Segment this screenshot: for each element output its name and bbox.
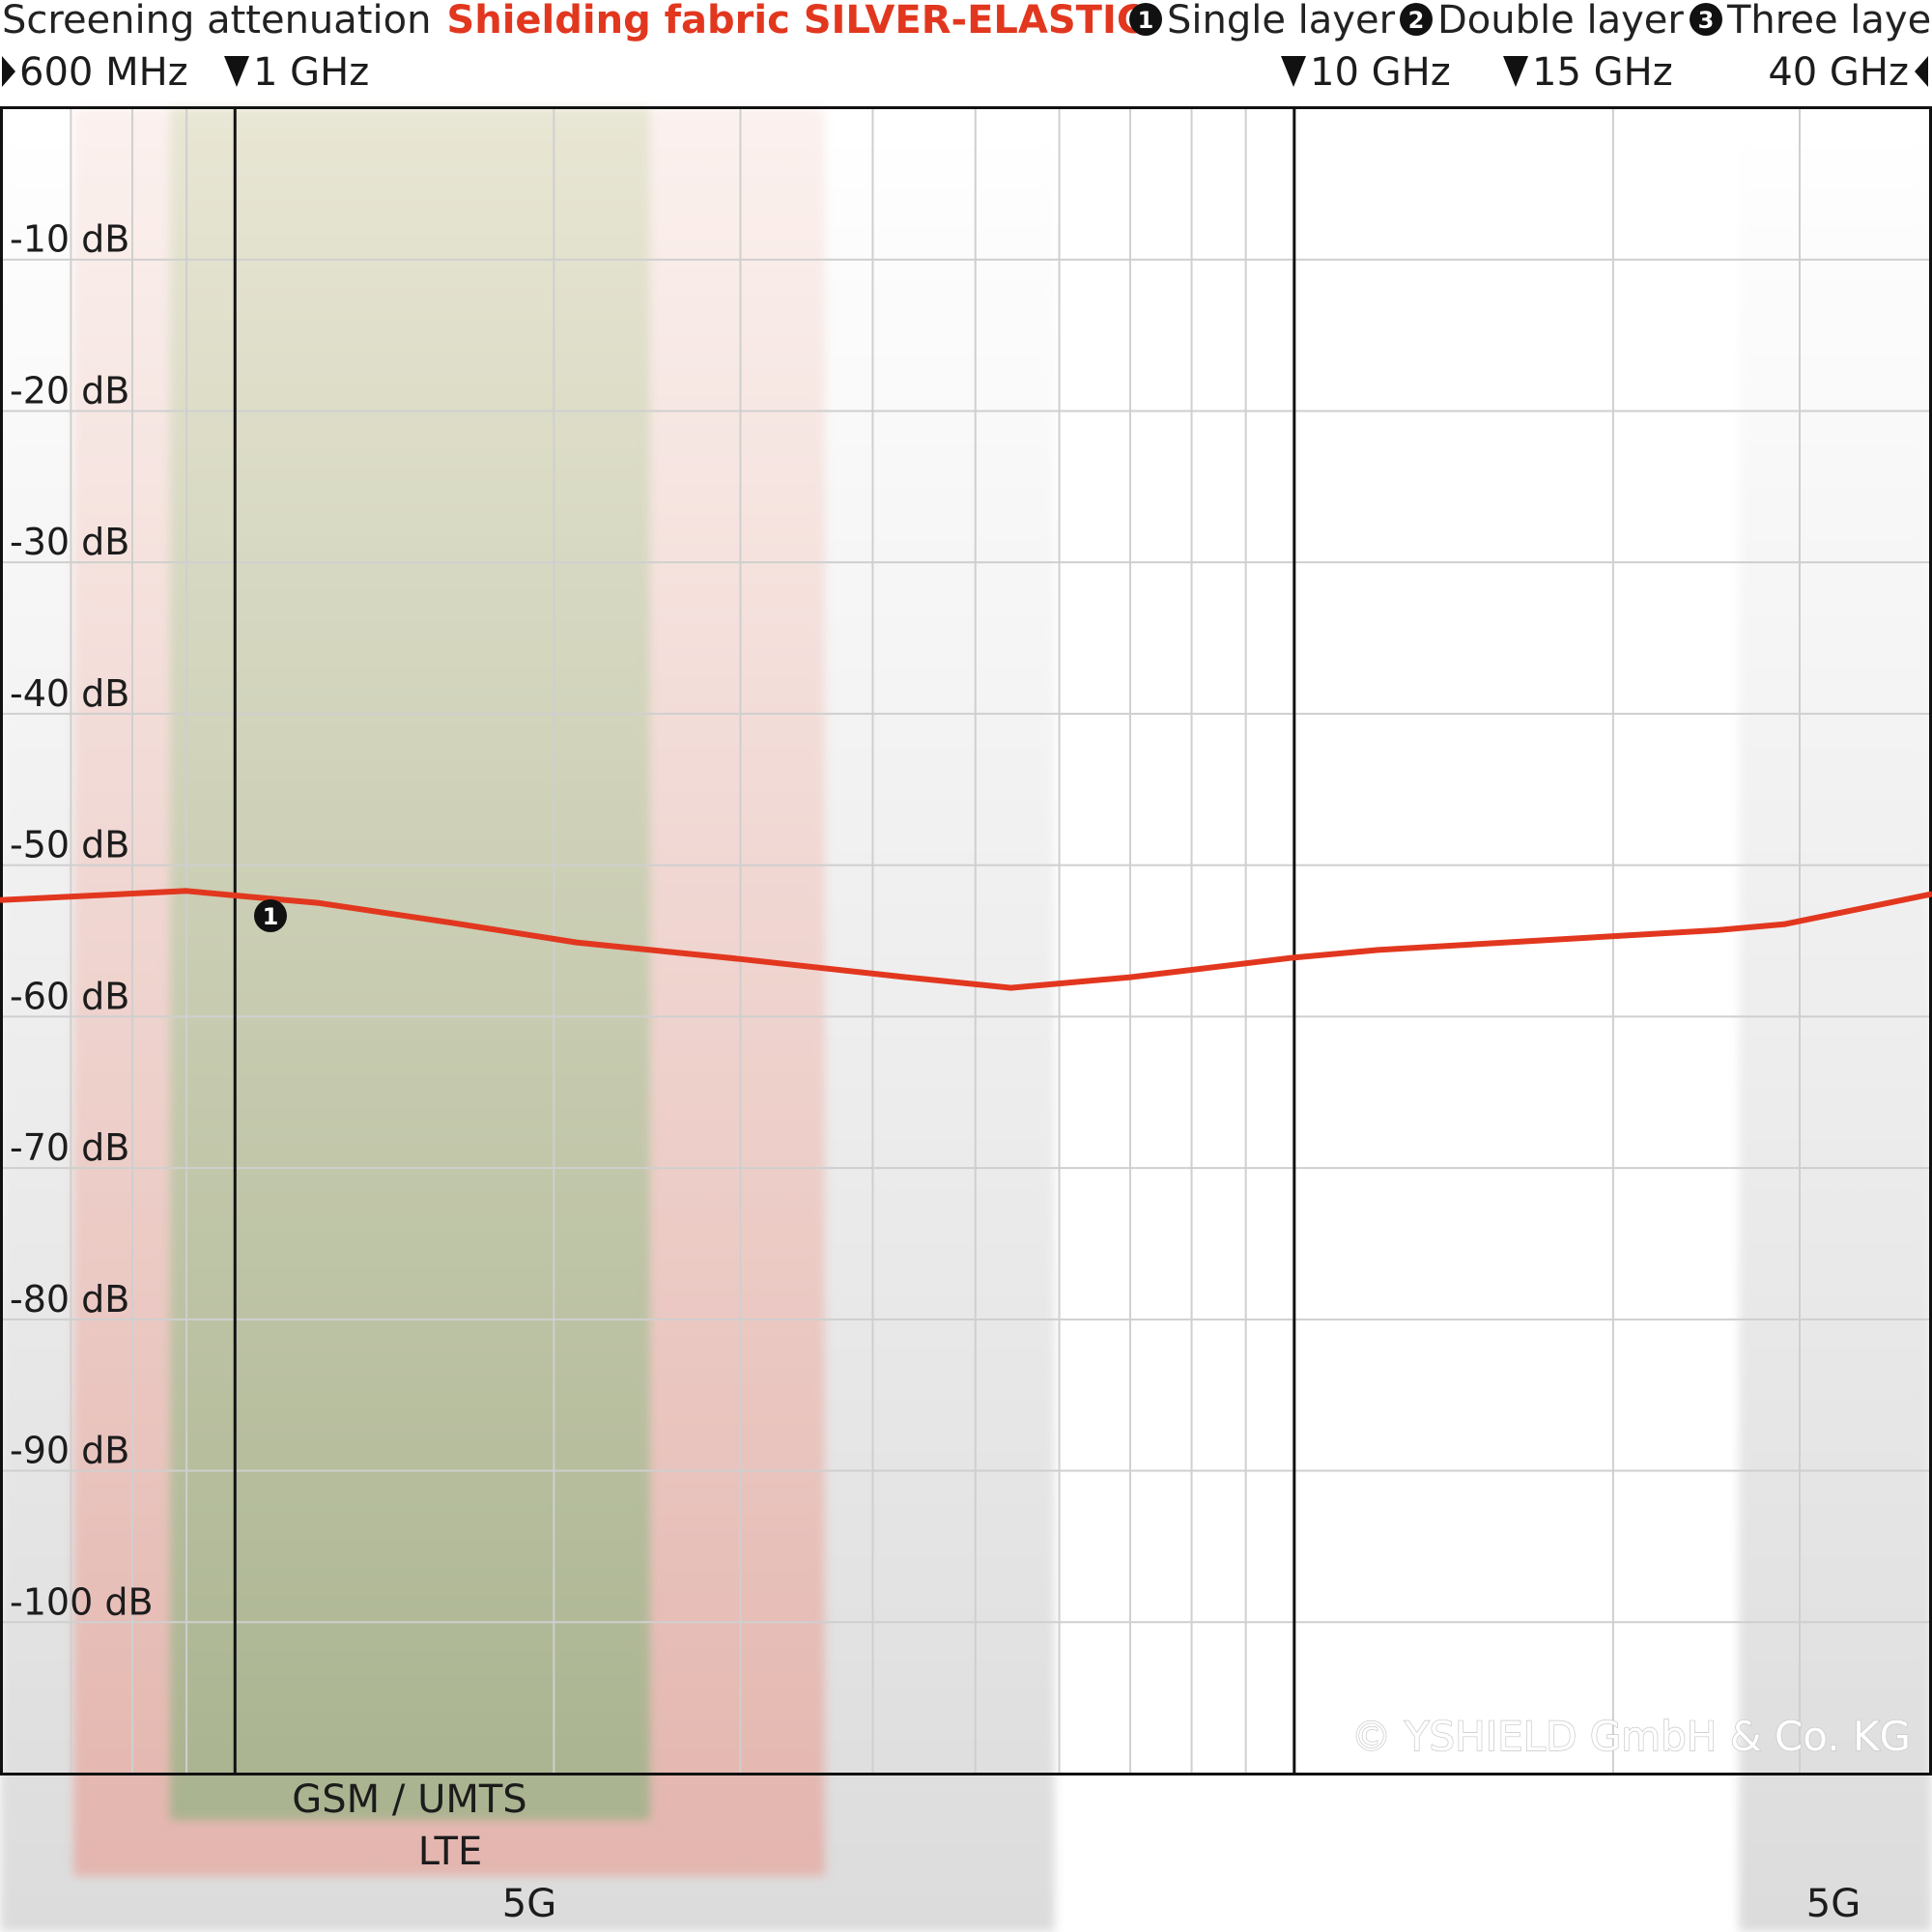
series-marker-number: 1: [263, 903, 279, 930]
title-prefix: Screening attenuation: [2, 0, 431, 43]
chart-root: -10 dB -20 dB -30 dB -40 dB -50 dB -60 dB -70 …: [0, 0, 1932, 1932]
frequency-labels: 600 MHz 1 GHz 10 GHz 15 GHz 40 GHz: [2, 50, 1928, 95]
y-tick-label: -80 dB: [10, 1278, 129, 1321]
triangle-left-icon: [1915, 56, 1928, 87]
y-tick-label: -20 dB: [10, 369, 129, 412]
y-tick-label: -10 dB: [10, 218, 129, 261]
freq-label-1ghz: 1 GHz: [253, 50, 369, 95]
legend-label-three-layer: Three layer: [1726, 0, 1932, 43]
band-areas: [0, 108, 1932, 1932]
band-gsm-umts: [170, 108, 650, 1820]
freq-label-end: 40 GHz: [1768, 50, 1909, 95]
y-tick-label: -30 dB: [10, 521, 129, 563]
series-marker-single-layer: 1: [254, 899, 287, 932]
legend: 1 Single layer 2 Double layer 3 Three la…: [1129, 0, 1932, 43]
legend-number-3: 3: [1698, 7, 1715, 34]
legend-item-single-layer: 1 Single layer: [1129, 0, 1396, 43]
triangle-right-icon: [2, 56, 15, 87]
chart-title: Screening attenuation Shielding fabric S…: [2, 0, 1145, 43]
band-label-gsm-umts: GSM / UMTS: [292, 1777, 526, 1822]
legend-item-double-layer: 2 Double layer: [1400, 0, 1684, 43]
legend-number-1: 1: [1138, 7, 1154, 34]
y-tick-label: -70 dB: [10, 1126, 129, 1169]
legend-label-double-layer: Double layer: [1437, 0, 1684, 43]
triangle-down-icon: [224, 56, 249, 87]
y-tick-label: -60 dB: [10, 975, 129, 1017]
copyright-text: © YSHIELD GmbH & Co. KG: [1351, 1713, 1912, 1760]
legend-number-2: 2: [1408, 7, 1425, 34]
band-label-5g-low: 5G: [502, 1882, 556, 1926]
band-label-lte: LTE: [418, 1830, 482, 1874]
legend-label-single-layer: Single layer: [1167, 0, 1396, 43]
band-5g-high: [1739, 108, 1932, 1932]
y-tick-label: -50 dB: [10, 824, 129, 867]
freq-label-10ghz: 10 GHz: [1310, 50, 1451, 95]
freq-label-15ghz: 15 GHz: [1532, 50, 1673, 95]
band-label-5g-high: 5G: [1806, 1882, 1861, 1926]
legend-item-three-layer: 3 Three layer: [1690, 0, 1932, 43]
triangle-down-icon: [1503, 56, 1528, 87]
freq-label-start: 600 MHz: [19, 50, 188, 95]
triangle-down-icon: [1281, 56, 1306, 87]
y-tick-label: -40 dB: [10, 672, 129, 715]
title-product: Shielding fabric SILVER-ELASTIC: [446, 0, 1145, 43]
y-tick-label: -100 dB: [10, 1580, 154, 1623]
y-tick-label: -90 dB: [10, 1430, 129, 1472]
